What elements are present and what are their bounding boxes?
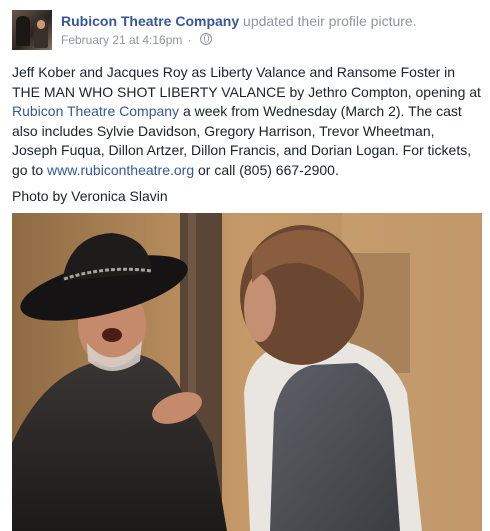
post-timestamp[interactable]: February 21 at 4:16pm (61, 33, 182, 47)
website-link[interactable]: www.rubicontheatre.org (47, 162, 194, 178)
facebook-post: Rubicon Theatre Company updated their pr… (0, 0, 490, 531)
avatar-face (37, 20, 45, 29)
post-text-part: Jeff Kober and Jacques Roy as Liberty Va… (12, 64, 481, 100)
post-header: Rubicon Theatre Company updated their pr… (12, 9, 482, 53)
post-message: Jeff Kober and Jacques Roy as Liberty Va… (12, 63, 482, 180)
post-photo[interactable] (12, 213, 482, 531)
post-body: Jeff Kober and Jacques Roy as Liberty Va… (12, 63, 482, 207)
post-action-text: updated their profile picture. (243, 13, 417, 29)
page-mention-link[interactable]: Rubicon Theatre Company (12, 103, 179, 119)
globe-icon[interactable] (200, 33, 213, 45)
post-meta-line: February 21 at 4:16pm · (61, 32, 481, 48)
post-text-part: or call (805) 667-2900. (194, 161, 339, 178)
post-header-text: Rubicon Theatre Company updated their pr… (61, 12, 481, 48)
avatar-figure (16, 16, 30, 46)
meta-separator: · (187, 33, 192, 47)
page-name-link[interactable]: Rubicon Theatre Company (61, 13, 239, 29)
page-avatar[interactable] (12, 10, 52, 50)
post-title-line: Rubicon Theatre Company updated their pr… (61, 12, 481, 30)
photo-credit: Photo by Veronica Slavin (12, 188, 168, 204)
